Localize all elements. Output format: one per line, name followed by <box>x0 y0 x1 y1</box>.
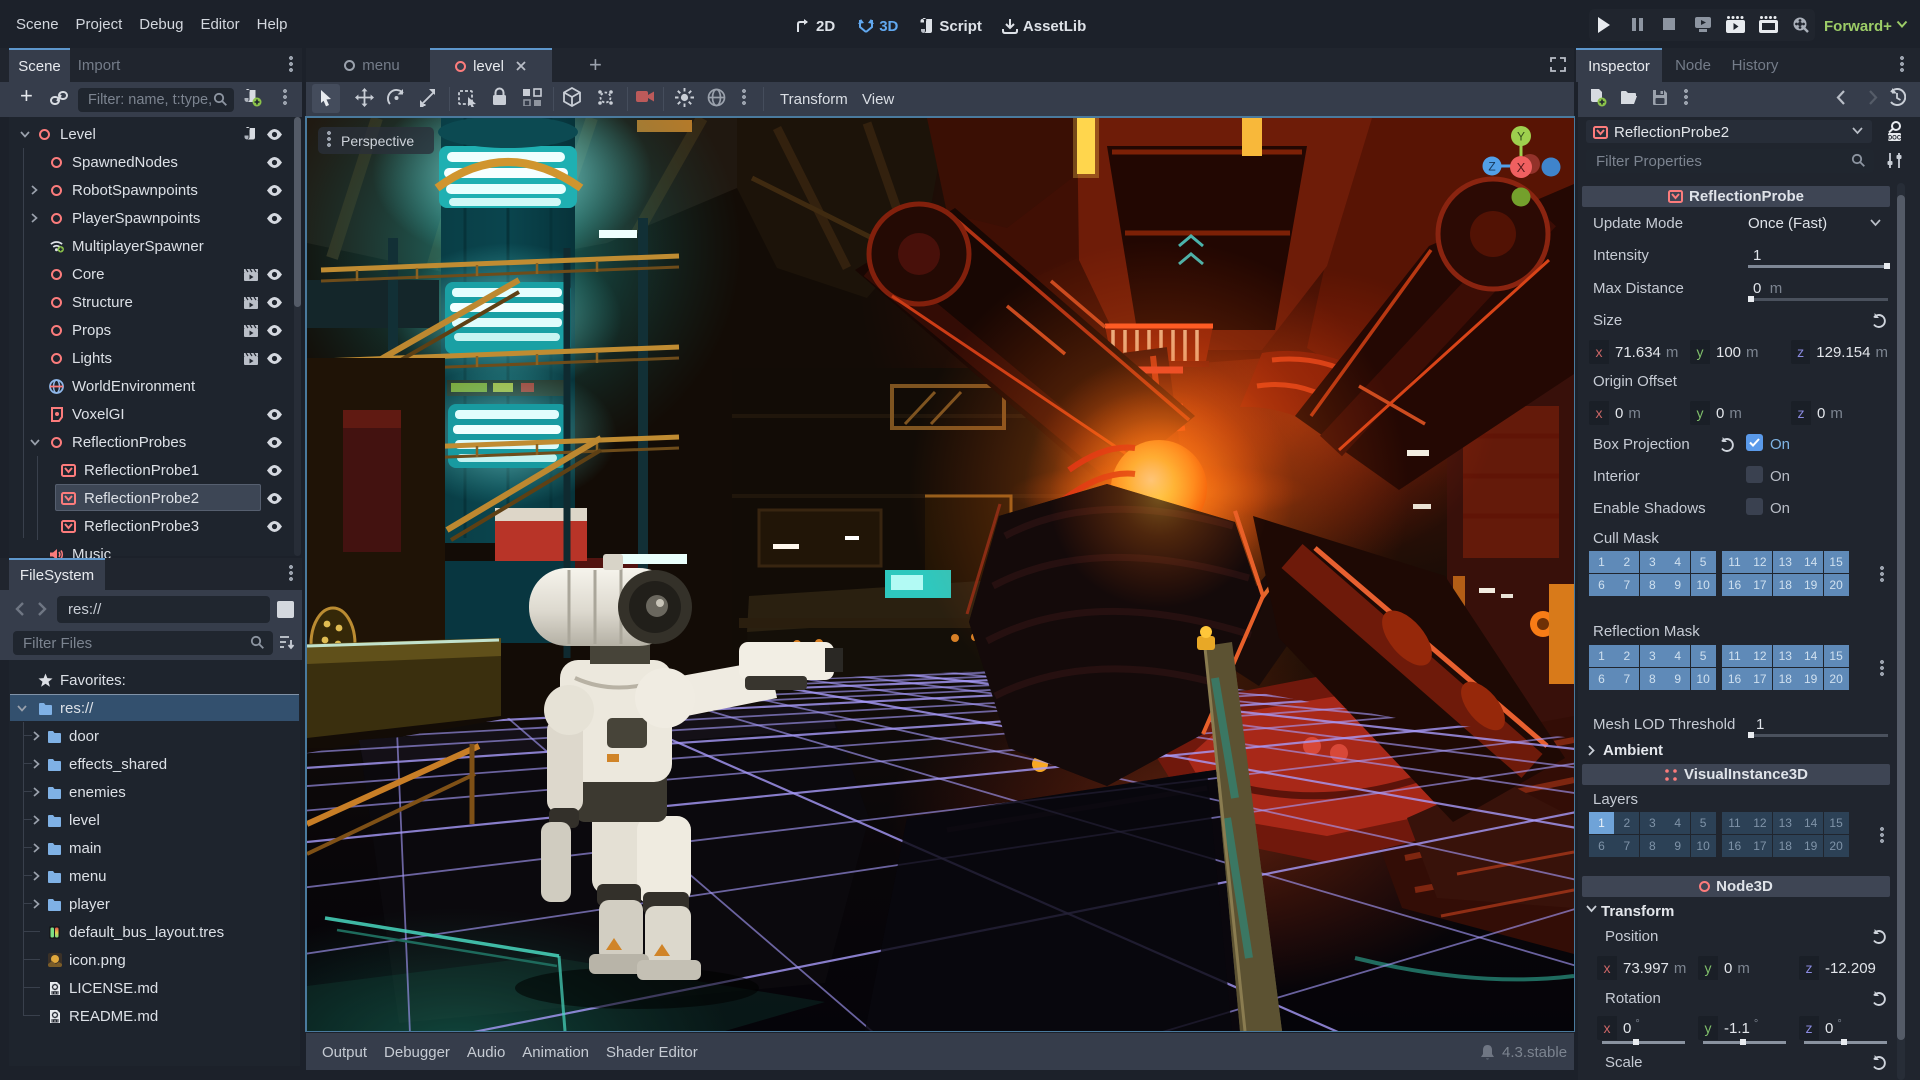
svg-text:DOC: DOC <box>1888 136 1902 142</box>
svg-text:TXT: TXT <box>51 1018 57 1022</box>
svg-text:Z: Z <box>1488 160 1495 174</box>
svg-text:X: X <box>1517 160 1526 175</box>
svg-text:TXT: TXT <box>51 990 57 994</box>
svg-text:Y: Y <box>1517 130 1525 144</box>
